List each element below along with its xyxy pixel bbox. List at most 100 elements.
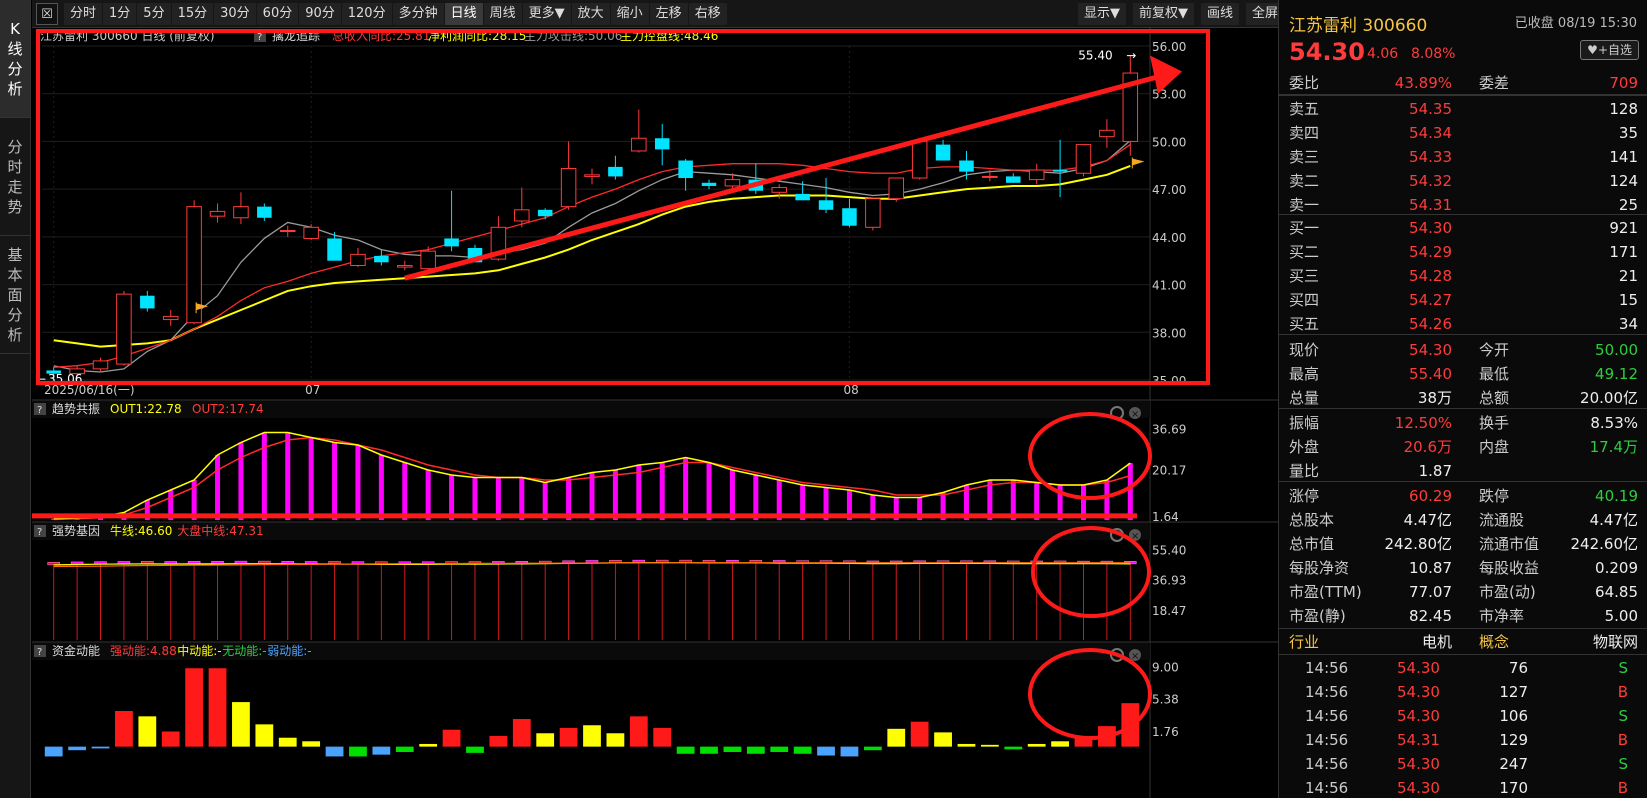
period-button-10[interactable]: 周线: [483, 2, 522, 25]
period-button-3[interactable]: 15分: [171, 2, 214, 25]
stat-value: 4.47亿: [1403, 511, 1452, 529]
money-flow-bar: [536, 733, 555, 747]
period-button-0[interactable]: 分时: [64, 2, 103, 25]
stat-label: 换手: [1479, 414, 1510, 432]
price-axis-label: 38.00: [1152, 326, 1186, 340]
money-flow-bar: [442, 729, 461, 747]
trend-bar: [308, 437, 314, 520]
candle-body-up: [982, 175, 998, 178]
toolbar-right-button-2[interactable]: 画线: [1200, 2, 1239, 25]
trend-bar: [261, 432, 267, 520]
period-button-14[interactable]: 左移: [649, 2, 688, 25]
stat-label: 市盈(静): [1289, 607, 1346, 625]
candle-body-down: [327, 238, 342, 261]
period-button-5[interactable]: 60分: [256, 2, 299, 25]
tick-volume: 76: [1508, 659, 1528, 677]
side-tab-char: 分: [7, 305, 23, 324]
panel-help-glyph: ?: [37, 527, 42, 538]
industry-label: 行业: [1289, 633, 1320, 651]
side-tab-1[interactable]: 分时走势: [0, 118, 30, 236]
money-flow-bar: [957, 743, 976, 747]
period-button-9[interactable]: 日线: [444, 2, 483, 25]
stat-value: 5.00: [1604, 607, 1638, 625]
ask-price: 54.34: [1409, 124, 1452, 142]
stat-label: 量比: [1289, 462, 1320, 480]
stat-label: 今开: [1479, 341, 1510, 359]
stat-row: 量比 1.87: [1279, 459, 1647, 483]
stat-row: 现价 54.30 今开 50.00: [1279, 338, 1647, 362]
price-change-pct: 8.08%: [1411, 46, 1456, 62]
stat-value: 10.87: [1409, 559, 1452, 577]
period-button-12[interactable]: 放大: [571, 2, 610, 25]
tick-time: 14:56: [1305, 707, 1349, 725]
stat-label: 流通股: [1479, 511, 1525, 529]
candle-body-down: [654, 138, 670, 150]
period-button-7[interactable]: 120分: [341, 2, 392, 25]
stat-row: 每股净资 10.87 每股收益 0.209: [1279, 556, 1647, 580]
tick-time: 14:56: [1305, 659, 1349, 677]
period-button-2[interactable]: 5分: [137, 2, 171, 25]
ask-volume: 124: [1609, 172, 1638, 190]
kline-chart-svg[interactable]: 江苏雷利 300660 日线 (前复权)? 擒龙追踪 总收入同比:25.81净利润同…: [32, 28, 1285, 798]
side-tab-char: 走: [7, 177, 23, 196]
money-flow-bar: [232, 702, 250, 747]
money-flow-bar: [185, 668, 204, 747]
concept-value: 物联网: [1592, 633, 1638, 651]
period-button-11[interactable]: 更多▼: [522, 2, 571, 25]
stat-label: 内盘: [1479, 438, 1510, 456]
tick-side: B: [1617, 731, 1628, 749]
trend-bar: [706, 462, 712, 520]
tick-price: 54.31: [1397, 731, 1440, 749]
period-button-1[interactable]: 1分: [103, 2, 137, 25]
divider: [1279, 481, 1647, 482]
money-flow-bar: [466, 746, 484, 753]
panel2-axis-label: 36.93: [1152, 574, 1186, 588]
toolbar-right-button-0[interactable]: 显示▼: [1077, 2, 1126, 25]
menu-icon[interactable]: ☒: [36, 2, 58, 25]
period-button-15[interactable]: 右移: [688, 2, 727, 25]
ask-price: 54.32: [1409, 172, 1452, 190]
add-favorite-button[interactable]: ♥+自选: [1580, 40, 1639, 60]
panel-name: 强势基因: [52, 524, 100, 538]
bid-volume: 34: [1618, 315, 1638, 333]
side-tab-char: K: [10, 19, 20, 38]
trend-bar: [612, 470, 618, 520]
trend-bar: [402, 462, 408, 520]
panel2-axis-label: 18.47: [1152, 604, 1186, 618]
candle-body-up: [584, 174, 600, 177]
stat-label: 总额: [1479, 389, 1510, 407]
candle-body-up: [1028, 169, 1045, 181]
side-tab-2[interactable]: 基本面分析: [0, 236, 30, 354]
money-flow-bar: [68, 746, 86, 751]
candle-body-up: [162, 315, 179, 321]
stat-value: 8.53%: [1590, 414, 1638, 432]
price-axis-label: 53.00: [1152, 88, 1186, 102]
candle-body-up: [233, 206, 249, 219]
stat-label: 市盈(动): [1479, 583, 1536, 601]
stat-value: 12.50%: [1394, 414, 1452, 432]
period-button-4[interactable]: 30分: [214, 2, 256, 25]
period-button-6[interactable]: 90分: [299, 2, 341, 25]
high-arrow: →: [1126, 49, 1136, 63]
money-flow-bar: [302, 741, 321, 747]
divider: [1279, 334, 1647, 335]
stat-label: 现价: [1289, 341, 1320, 359]
period-button-8[interactable]: 多分钟: [392, 2, 444, 25]
money-flow-bar: [208, 668, 227, 747]
date-label: 2025/06/16(一): [44, 383, 135, 397]
side-tab-0[interactable]: K线分析: [0, 0, 30, 118]
candle-body-up: [209, 210, 226, 217]
toolbar-right-button-1[interactable]: 前复权▼: [1132, 2, 1194, 25]
money-flow-bar: [91, 746, 110, 749]
panel-help-glyph: ?: [37, 405, 42, 416]
stat-label: 外盘: [1289, 438, 1320, 456]
chart-area[interactable]: 江苏雷利 300660 日线 (前复权)? 擒龙追踪 总收入同比:25.81 净利润同…: [32, 28, 1285, 798]
side-tab-char: 时: [7, 157, 23, 176]
panel-value-0: OUT1:22.78: [110, 402, 182, 416]
bid-label: 买五: [1289, 315, 1320, 333]
period-button-13[interactable]: 缩小: [610, 2, 649, 25]
stat-row: 总市值 242.80亿 流通市值 242.60亿: [1279, 532, 1647, 556]
candle-body-up: [771, 187, 787, 193]
side-tab-char: 析: [7, 325, 23, 344]
tick-row: 14:56 54.30 247 S: [1279, 752, 1647, 776]
